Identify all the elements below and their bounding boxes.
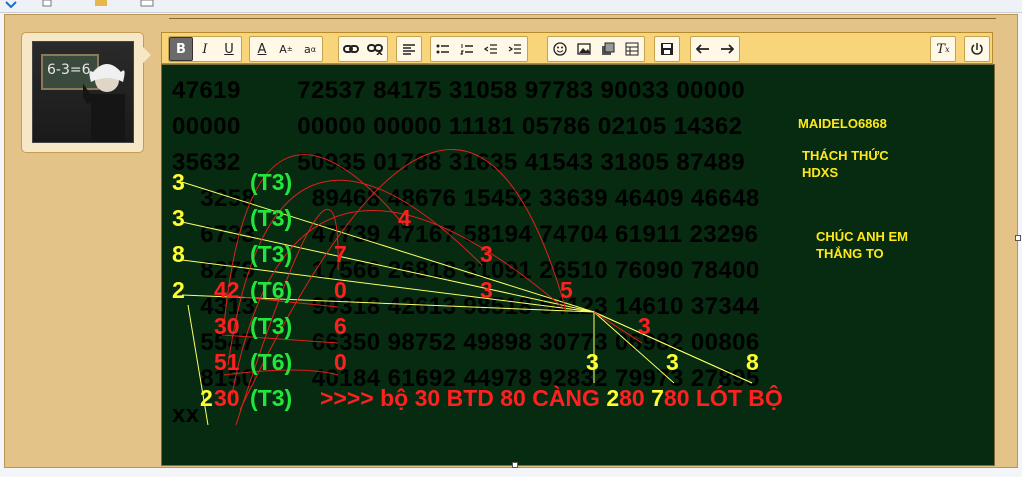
avatar-image: 6-3=6	[32, 41, 134, 143]
underline-icon[interactable]: U	[217, 37, 241, 61]
image-icon[interactable]	[572, 37, 596, 61]
post-panel: 6-3=6 B I U A A ± aα T x 47619 72537 841…	[4, 14, 1021, 468]
divider	[169, 18, 996, 19]
red-number: 42	[214, 277, 240, 303]
yellow-line	[181, 259, 595, 383]
resize-handle[interactable]	[512, 462, 518, 468]
red-number: 30	[214, 313, 240, 339]
toolbar-group-link	[338, 36, 388, 62]
folder-icon	[94, 0, 108, 7]
challenge-line: THÁCH THỨC	[802, 148, 889, 163]
person-icon	[83, 64, 125, 142]
bottom-message-part: 7	[651, 385, 664, 411]
toolbar-group-insert	[547, 36, 645, 62]
rich-text-editor[interactable]: B I U A A ± aα T x 47619 72537 84175 310…	[161, 32, 995, 468]
red-marker: 5	[560, 277, 573, 303]
yellow-marker: 3	[586, 349, 599, 375]
yellow-number: 8	[172, 241, 185, 267]
red-marker: 3	[638, 313, 651, 339]
table-icon[interactable]	[620, 37, 644, 61]
outdent-icon[interactable]	[479, 37, 503, 61]
yellow-number: 3	[172, 169, 185, 195]
toolbar-group-text-style: B I U	[168, 36, 242, 62]
red-number: 30	[214, 385, 240, 411]
source-icon[interactable]	[965, 37, 989, 61]
yellow-number: 2	[172, 277, 185, 303]
red-marker: 3	[480, 277, 493, 303]
green-label: (T6)	[250, 277, 293, 303]
editor-toolbar: B I U A A ± aα T x	[161, 32, 993, 64]
redo-icon[interactable]	[715, 37, 739, 61]
yellow-marker: 3	[666, 349, 679, 375]
bottom-message: >>>> bộ 30 BTD 80 CÀNG 280 780 LÓT BỘ	[320, 385, 783, 412]
italic-icon[interactable]: I	[193, 37, 217, 61]
toolbar-group-clear: Tx	[930, 36, 956, 62]
text-color-icon[interactable]: A	[250, 37, 274, 61]
red-marker: 0	[334, 349, 347, 375]
clear-format-icon[interactable]: Tx	[931, 37, 955, 61]
window-icon	[140, 0, 154, 7]
arrow-icon	[4, 0, 18, 9]
page-icon	[40, 0, 54, 7]
wish-line: CHÚC ANH EM	[816, 229, 908, 244]
red-curve	[593, 311, 643, 344]
author-name: MAIDELO6868	[798, 116, 887, 131]
yellow-marker: 8	[746, 349, 759, 375]
numbered-list-icon[interactable]	[455, 37, 479, 61]
red-marker: 7	[334, 241, 347, 267]
bottom-message-part: 2	[606, 385, 620, 411]
toolbar-group-list	[430, 36, 528, 62]
toolbar-group-history	[690, 36, 740, 62]
resize-handle[interactable]	[1015, 235, 1021, 241]
toolbar-group-font: A A ± aα	[249, 36, 323, 62]
save-icon[interactable]	[655, 37, 679, 61]
red-marker: 3	[480, 241, 493, 267]
green-label: (T3)	[250, 385, 293, 411]
font-case-icon[interactable]: aα	[298, 37, 322, 61]
red-marker: 6	[334, 313, 347, 339]
bottom-message-part: 80	[619, 385, 652, 411]
bulleted-list-icon[interactable]	[431, 37, 455, 61]
wish-text: CHÚC ANH EM THẮNG TO	[816, 228, 908, 262]
editor-content[interactable]: 47619 72537 84175 31058 97783 90033 0000…	[161, 64, 995, 466]
bottom-message-part: 80 LÓT BỘ	[663, 385, 783, 411]
indent-icon[interactable]	[503, 37, 527, 61]
challenge-text: THÁCH THỨC HDXS	[802, 147, 889, 181]
avatar[interactable]: 6-3=6	[21, 32, 144, 153]
yellow-number: 3	[172, 205, 185, 231]
wish-line: THẮNG TO	[816, 246, 884, 261]
top-strip	[0, 0, 1022, 13]
toolbar-group-source	[964, 36, 990, 62]
font-size-icon[interactable]: A ±	[274, 37, 298, 61]
toolbar-group-save	[654, 36, 680, 62]
link-icon[interactable]	[339, 37, 363, 61]
emoji-icon[interactable]	[548, 37, 572, 61]
media-icon[interactable]	[596, 37, 620, 61]
avatar-pointer	[141, 45, 151, 65]
red-marker: 4	[398, 205, 411, 231]
align-left-icon[interactable]	[397, 37, 421, 61]
green-label: (T3)	[250, 169, 293, 195]
green-label: (T6)	[250, 349, 293, 375]
challenge-line: HDXS	[802, 165, 839, 180]
bold-icon[interactable]: B	[169, 37, 193, 61]
red-number: 51	[214, 349, 240, 375]
toolbar-group-align	[396, 36, 422, 62]
unlink-icon[interactable]	[363, 37, 387, 61]
bottom-message-part: >>>> bộ 30 BTD 80 CÀNG	[320, 385, 607, 411]
green-label: (T3)	[250, 205, 293, 231]
green-label: (T3)	[250, 241, 293, 267]
green-label: (T3)	[250, 313, 293, 339]
undo-icon[interactable]	[691, 37, 715, 61]
yellow-number: 2	[200, 385, 213, 411]
red-marker: 0	[334, 277, 347, 303]
